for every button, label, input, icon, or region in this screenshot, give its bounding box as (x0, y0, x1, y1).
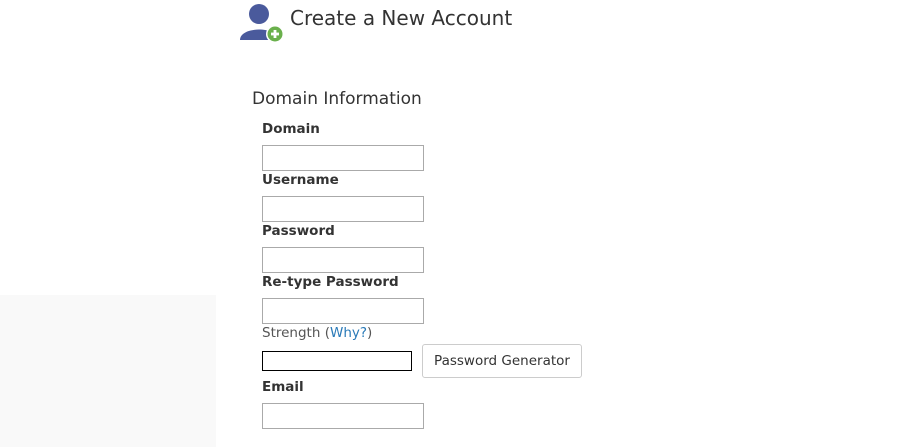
username-field[interactable] (262, 196, 424, 222)
page-title: Create a New Account (290, 6, 513, 30)
password-strength-meter (262, 351, 412, 371)
domain-field[interactable] (262, 145, 424, 171)
email-label: Email (262, 379, 304, 395)
strength-why-link[interactable]: Why? (330, 325, 367, 341)
strength-label: Strength (262, 325, 321, 341)
username-label: Username (262, 172, 339, 188)
add-user-icon (237, 0, 285, 44)
email-field[interactable] (262, 403, 424, 429)
strength-row: Strength (Why?) (262, 325, 372, 341)
retype-password-field[interactable] (262, 298, 424, 324)
password-generator-button[interactable]: Password Generator (422, 344, 582, 378)
password-field[interactable] (262, 247, 424, 273)
password-label: Password (262, 223, 335, 239)
domain-label: Domain (262, 121, 320, 137)
retype-password-label: Re-type Password (262, 274, 399, 290)
strength-close-paren: ) (367, 325, 373, 341)
create-account-page: Create a New Account Domain Information … (0, 0, 907, 447)
left-panel-background (0, 295, 216, 447)
section-title-domain-information: Domain Information (252, 89, 422, 109)
